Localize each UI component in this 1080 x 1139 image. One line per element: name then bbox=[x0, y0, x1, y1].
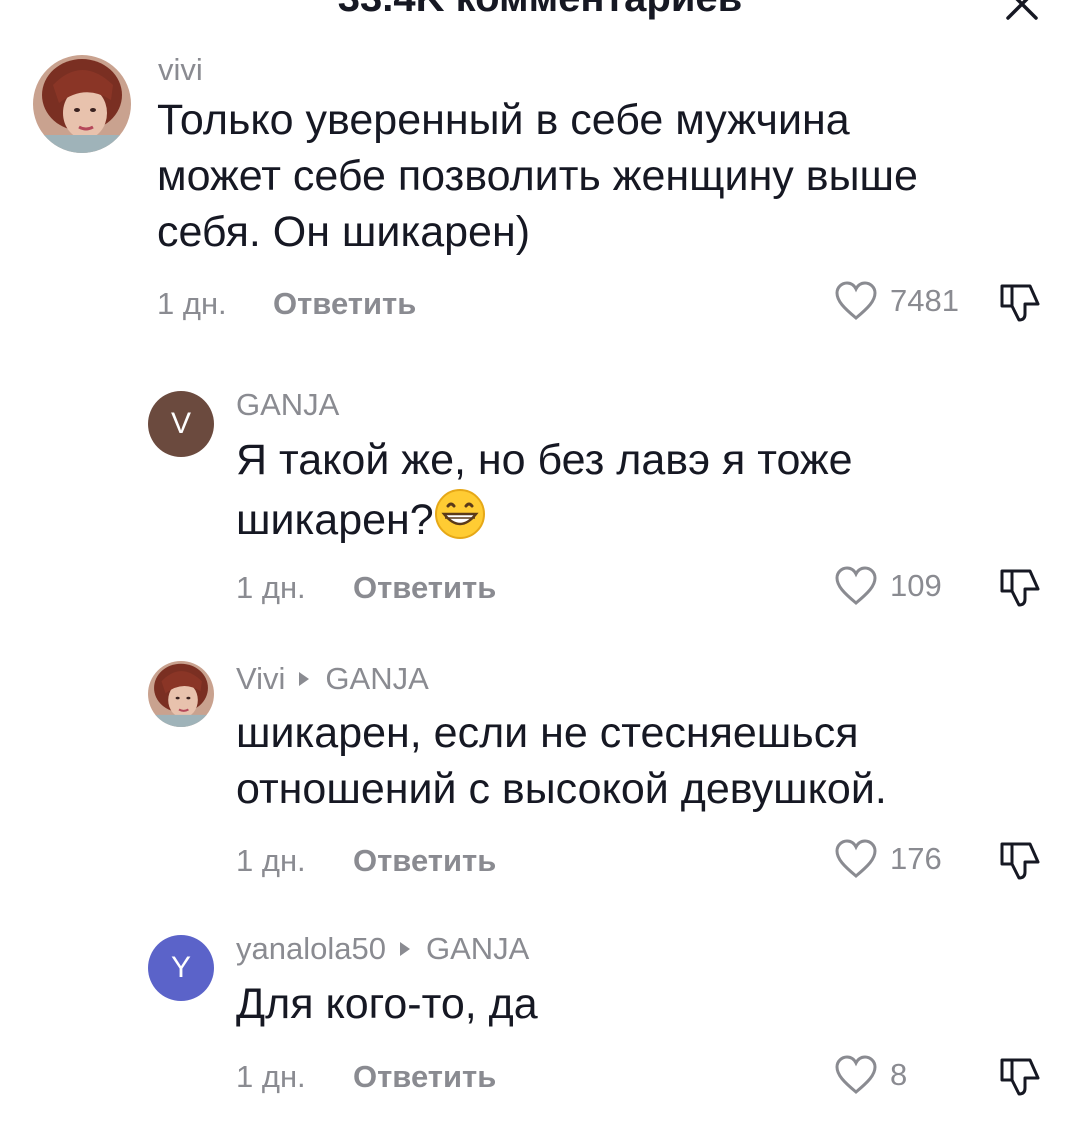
like-button[interactable]: 8 bbox=[834, 1054, 907, 1096]
comments-header: 33.4K комментариев bbox=[0, 0, 1080, 40]
comment-text: Для кого-то, да bbox=[236, 980, 538, 1028]
heart-icon bbox=[835, 839, 877, 878]
reply-button[interactable]: Ответить bbox=[353, 1059, 496, 1095]
comment-time: 1 дн. bbox=[236, 570, 306, 605]
dislike-icon[interactable] bbox=[998, 838, 1042, 882]
avatar[interactable] bbox=[33, 55, 131, 153]
reply-to-arrow-icon bbox=[399, 942, 410, 956]
heart-icon bbox=[835, 281, 877, 320]
avatar[interactable]: Y bbox=[148, 935, 214, 1001]
like-count: 109 bbox=[890, 568, 942, 603]
like-count: 8 bbox=[890, 1057, 908, 1092]
comment-username[interactable]: yanalola50 GANJA bbox=[236, 931, 529, 967]
reply-button[interactable]: Ответить bbox=[273, 286, 416, 322]
dislike-icon[interactable] bbox=[998, 1054, 1042, 1098]
comment-text: шикарен, если не стесняешься отношений с… bbox=[236, 709, 887, 813]
comment-username[interactable]: vivi bbox=[158, 52, 203, 88]
comment-time: 1 дн. bbox=[236, 843, 306, 878]
grinning-face-icon bbox=[434, 489, 485, 539]
like-button[interactable]: 109 bbox=[834, 565, 942, 607]
heart-icon bbox=[835, 1055, 877, 1094]
reply-button[interactable]: Ответить bbox=[353, 843, 496, 879]
like-count: 7481 bbox=[890, 283, 959, 318]
reply-to-username[interactable]: GANJA bbox=[325, 661, 428, 697]
comment-username[interactable]: Vivi GANJA bbox=[236, 661, 429, 697]
comment-username[interactable]: GANJA bbox=[236, 387, 339, 423]
avatar[interactable] bbox=[148, 661, 214, 727]
comment-text: Только уверенный в себе мужчина может се… bbox=[157, 96, 918, 256]
heart-icon bbox=[835, 566, 877, 605]
reply-to-username[interactable]: GANJA bbox=[426, 931, 529, 967]
reply-to-arrow-icon bbox=[299, 672, 310, 686]
reply-button[interactable]: Ответить bbox=[353, 570, 496, 606]
close-icon[interactable] bbox=[1004, 0, 1040, 22]
comment-text: Я такой же, но без лавэ я тоже шикарен? bbox=[236, 436, 853, 544]
comment-time: 1 дн. bbox=[236, 1059, 306, 1094]
dislike-icon[interactable] bbox=[998, 565, 1042, 609]
like-button[interactable]: 7481 bbox=[834, 280, 959, 322]
comments-count-title: 33.4K комментариев bbox=[0, 0, 1080, 21]
like-count: 176 bbox=[890, 841, 942, 876]
avatar[interactable]: V bbox=[148, 391, 214, 457]
dislike-icon[interactable] bbox=[998, 280, 1042, 324]
like-button[interactable]: 176 bbox=[834, 838, 942, 880]
comment-time: 1 дн. bbox=[157, 286, 227, 321]
